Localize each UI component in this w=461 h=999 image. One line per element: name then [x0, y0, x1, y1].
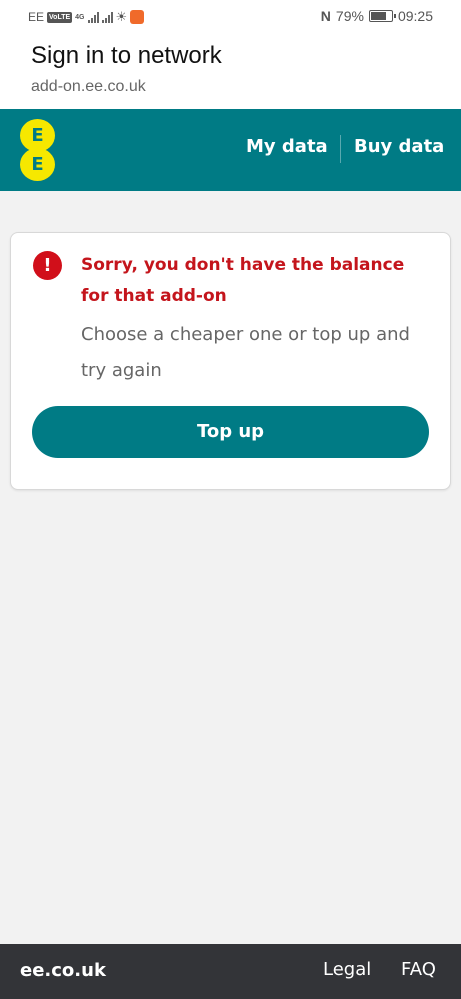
- ee-nav-bar: E E My data Buy data: [0, 109, 461, 191]
- app-notification-icon: [130, 10, 145, 24]
- battery-percent: 79%: [335, 8, 364, 24]
- error-title: Sorry, you don't have the balance for th…: [81, 255, 405, 306]
- alert-icon: !: [33, 251, 62, 280]
- signal-icon-secondary: [101, 11, 113, 23]
- carrier-label: EE: [28, 10, 45, 24]
- error-message: Choose a cheaper one or top up and try a…: [81, 324, 410, 381]
- status-left: EE VoLTE 4G ☀: [28, 9, 145, 25]
- network-type-label: 4G: [75, 13, 85, 21]
- ee-logo-letter-bottom: E: [20, 148, 55, 181]
- footer-site-link[interactable]: ee.co.uk: [20, 960, 106, 981]
- footer: ee.co.uk Legal FAQ: [0, 944, 461, 999]
- top-up-button[interactable]: Top up: [32, 406, 429, 458]
- nav-my-data-link[interactable]: My data: [246, 136, 328, 157]
- clock: 09:25: [397, 8, 433, 24]
- brightness-icon: ☀: [115, 9, 128, 24]
- page-title: Sign in to network: [31, 42, 222, 69]
- nav-divider: [340, 135, 341, 163]
- nav-buy-data-link[interactable]: Buy data: [354, 136, 444, 157]
- battery-icon: [368, 10, 396, 22]
- footer-legal-link[interactable]: Legal: [323, 959, 371, 980]
- page-url: add-on.ee.co.uk: [31, 78, 146, 95]
- ee-logo[interactable]: E E: [20, 119, 55, 181]
- portal-header: Sign in to network add-on.ee.co.uk: [0, 33, 461, 109]
- status-bar: EE VoLTE 4G ☀ N 79% 09:25: [0, 0, 461, 33]
- volte-icon: VoLTE: [47, 11, 73, 23]
- battery-fill: [370, 12, 386, 20]
- signal-icon: [87, 11, 99, 23]
- nfc-icon: N: [320, 8, 331, 24]
- status-right: N 79% 09:25: [321, 8, 433, 24]
- error-card: ! Sorry, you don't have the balance for …: [10, 232, 451, 490]
- footer-faq-link[interactable]: FAQ: [401, 959, 436, 980]
